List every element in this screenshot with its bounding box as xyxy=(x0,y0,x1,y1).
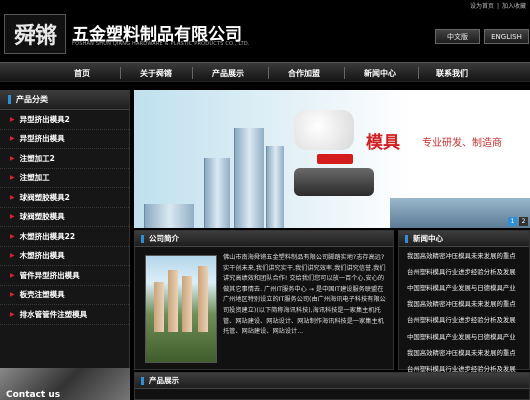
nav-franchise[interactable]: 合作加盟 xyxy=(272,63,336,83)
banner-subtitle: 专业研发、制造商 xyxy=(422,138,502,149)
company-name-en: FOSHAN SHUN QIANG HARDWARE & PLASTIC PRO… xyxy=(72,41,250,47)
category-label: 注塑加工2 xyxy=(19,153,55,163)
arrow-icon: ▶ xyxy=(10,135,15,143)
tower-shape xyxy=(182,276,192,332)
category-item[interactable]: ▶ 注塑加工2 xyxy=(0,149,129,169)
product-category-sidebar: 产品分类 ▶ 异型挤出模具2 ▶ 异型挤出模具 ▶ 注塑加工2 ▶ 注塑加工 ▶ 球阀塑胶… xyxy=(0,90,130,400)
header-bar-icon xyxy=(141,376,144,385)
sidebar-title: 产品分类 xyxy=(16,95,48,104)
nav-news[interactable]: 新闻中心 xyxy=(348,63,412,83)
nav-divider xyxy=(120,67,121,79)
news-panel: 新闻中心 我国高效精密冲压模具未来发展的重点 台州塑料模具行业进步经验分析及发展… xyxy=(398,230,530,373)
arrow-icon: ▶ xyxy=(10,154,15,162)
header-bar-icon xyxy=(141,234,144,243)
pager-dot[interactable]: 2 xyxy=(519,217,528,226)
arrow-icon: ▶ xyxy=(10,213,15,221)
news-item[interactable]: 中国塑料模具产业发展与日德模具产业 xyxy=(399,279,529,295)
tower-shape xyxy=(168,270,178,332)
lang-english-button[interactable]: ENGLISH xyxy=(484,29,529,44)
banner-title: 模具 xyxy=(366,133,400,153)
header-bar-icon xyxy=(405,234,408,243)
arrow-icon: ▶ xyxy=(10,291,15,299)
arrow-icon: ▶ xyxy=(10,271,15,279)
contact-us-banner[interactable]: Contact us xyxy=(0,368,130,400)
pager-dot[interactable]: 1 xyxy=(508,217,517,226)
building-image xyxy=(144,204,194,228)
category-item[interactable]: ▶ 管件异型挤出模具 xyxy=(0,266,129,286)
link-separator: | xyxy=(496,3,499,10)
category-label: 注塑加工 xyxy=(19,173,50,183)
category-item[interactable]: ▶ 异型挤出模具 xyxy=(0,130,129,149)
hero-banner[interactable]: 模具 专业研发、制造商 1 2 xyxy=(134,90,530,228)
nav-products[interactable]: 产品展示 xyxy=(196,63,260,83)
set-homepage-link[interactable]: 设为首页 xyxy=(470,3,494,10)
category-label: 板壳注塑模具 xyxy=(19,290,65,300)
panel-title: 新闻中心 xyxy=(413,234,443,243)
lang-chinese-button[interactable]: 中文版 xyxy=(435,29,480,44)
category-item[interactable]: ▶ 异型挤出模具2 xyxy=(0,110,129,130)
nav-divider xyxy=(268,67,269,79)
nav-divider xyxy=(418,67,419,79)
category-item[interactable]: ▶ 木塑挤出模具22 xyxy=(0,227,129,247)
banner-pager: 1 2 xyxy=(508,217,528,226)
category-label: 球阀塑胶模具 xyxy=(19,212,65,222)
category-item[interactable]: ▶ 木塑挤出模具 xyxy=(0,247,129,266)
header: 舜锵 五金塑料制品有限公司 FOSHAN SHUN QIANG HARDWARE… xyxy=(0,0,530,60)
red-valve-handle-image xyxy=(317,154,353,164)
category-label: 管件异型挤出模具 xyxy=(19,270,80,280)
category-label: 球阀塑胶模具2 xyxy=(19,192,70,202)
company-building-photo xyxy=(145,255,217,363)
category-label: 木塑挤出模具22 xyxy=(19,231,76,241)
news-item[interactable]: 我国高效精密冲压模具未来发展的重点 xyxy=(399,247,529,263)
building-image xyxy=(266,146,284,228)
news-item[interactable]: 台州塑料模具行业进步经验分析及发展 xyxy=(399,263,529,279)
company-intro-text: 佛山市南海舜锵五金塑料制品有限公司脚踏实地?志存高远? 实干创未来,我们讲究实干… xyxy=(223,254,386,336)
nav-contact[interactable]: 联系我们 xyxy=(420,63,484,83)
category-item[interactable]: ▶ 注塑加工 xyxy=(0,169,129,188)
nav-home[interactable]: 首页 xyxy=(50,63,114,83)
arrow-icon: ▶ xyxy=(10,252,15,260)
news-item[interactable]: 我国高效精密冲压模具未来发展的重点 xyxy=(399,296,529,312)
main-nav: 首页 关于舜锵 产品展示 合作加盟 新闻中心 联系我们 xyxy=(0,62,530,82)
building-image xyxy=(204,158,230,228)
arrow-icon: ▶ xyxy=(10,174,15,182)
add-favorite-link[interactable]: 加入收藏 xyxy=(502,3,526,10)
tower-shape xyxy=(154,282,164,332)
category-label: 异型挤出模具2 xyxy=(19,114,70,124)
news-item[interactable]: 台州塑料模具行业进步经验分析及发展 xyxy=(399,312,529,328)
company-logo[interactable]: 舜锵 xyxy=(4,14,66,54)
category-label: 异型挤出模具 xyxy=(19,134,65,144)
panel-header: 公司简介 xyxy=(135,231,393,247)
product-showcase-panel: 产品展示 xyxy=(134,372,530,400)
sidebar-header: 产品分类 xyxy=(0,90,129,110)
tower-shape xyxy=(198,266,208,332)
top-links: 设为首页 | 加入收藏 xyxy=(467,1,526,10)
arrow-icon: ▶ xyxy=(10,310,15,318)
white-pipe-fitting-image xyxy=(294,110,354,150)
category-item[interactable]: ▶ 球阀塑胶模具 xyxy=(0,208,129,227)
category-item[interactable]: ▶ 球阀塑胶模具2 xyxy=(0,188,129,208)
news-item[interactable]: 我国高效精密冲压模具未来发展的重点 xyxy=(399,344,529,360)
contact-us-text: Contact us xyxy=(6,390,61,400)
nav-divider xyxy=(192,67,193,79)
ball-valve-image xyxy=(294,168,374,196)
panel-header: 新闻中心 xyxy=(399,231,529,247)
nav-about[interactable]: 关于舜锵 xyxy=(124,63,188,83)
arrow-icon: ▶ xyxy=(10,232,15,240)
header-bar-icon xyxy=(8,95,11,104)
category-label: 木塑挤出模具 xyxy=(19,251,65,261)
logo-text: 舜锵 xyxy=(13,23,57,49)
panel-title: 产品展示 xyxy=(149,376,179,385)
category-label: 排水管管件注塑模具 xyxy=(19,309,88,319)
building-image xyxy=(234,128,264,228)
category-item[interactable]: ▶ 排水管管件注塑模具 xyxy=(0,305,129,325)
category-item[interactable]: ▶ 板壳注塑模具 xyxy=(0,286,129,305)
nav-divider xyxy=(344,67,345,79)
arrow-icon: ▶ xyxy=(10,115,15,123)
panel-header: 产品展示 xyxy=(135,373,529,389)
arrow-icon: ▶ xyxy=(10,193,15,201)
panel-title: 公司简介 xyxy=(149,234,179,243)
news-item[interactable]: 中国塑料模具产业发展与日德模具产业 xyxy=(399,328,529,344)
company-intro-panel: 公司简介 佛山市南海舜锵五金塑料制品有限公司脚踏实地?志存高远? 实干创未来,我… xyxy=(134,230,394,370)
